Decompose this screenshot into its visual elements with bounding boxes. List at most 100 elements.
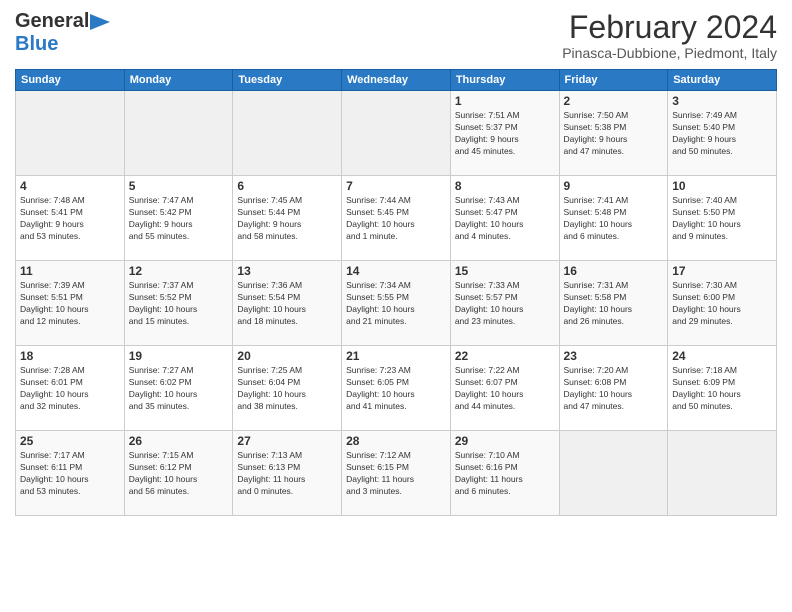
day-number: 13 (237, 264, 337, 278)
day-info: Sunrise: 7:45 AMSunset: 5:44 PMDaylight:… (237, 195, 337, 243)
logo-general-text: General (15, 10, 89, 33)
calendar-cell: 5 Sunrise: 7:47 AMSunset: 5:42 PMDaylight… (124, 176, 233, 261)
day-number: 25 (20, 434, 120, 448)
day-info: Sunrise: 7:43 AMSunset: 5:47 PMDaylight:… (455, 195, 555, 243)
day-number: 17 (672, 264, 772, 278)
day-number: 10 (672, 179, 772, 193)
day-info: Sunrise: 7:18 AMSunset: 6:09 PMDaylight:… (672, 365, 772, 413)
day-number: 26 (129, 434, 229, 448)
day-info: Sunrise: 7:41 AMSunset: 5:48 PMDaylight:… (564, 195, 664, 243)
logo-blue-text: Blue (15, 33, 58, 55)
day-info: Sunrise: 7:48 AMSunset: 5:41 PMDaylight:… (20, 195, 120, 243)
day-number: 12 (129, 264, 229, 278)
calendar-cell: 23Sunrise: 7:20 AMSunset: 6:08 PMDayligh… (559, 346, 668, 431)
calendar-cell: 11 Sunrise: 7:39 AMSunset: 5:51 PMDayligh… (16, 261, 125, 346)
logo-top: General (15, 10, 110, 33)
calendar-cell: 29 Sunrise: 7:10 AMSunset: 6:16 PMDayligh… (450, 431, 559, 516)
day-number: 14 (346, 264, 446, 278)
day-info: Sunrise: 7:23 AMSunset: 6:05 PMDaylight:… (346, 365, 446, 413)
day-header-saturday: Saturday (668, 70, 777, 91)
calendar-cell: 16 Sunrise: 7:31 AMSunset: 5:58 PMDayligh… (559, 261, 668, 346)
calendar-cell: 19 Sunrise: 7:27 AMSunset: 6:02 PMDayligh… (124, 346, 233, 431)
day-info: Sunrise: 7:27 AMSunset: 6:02 PMDaylight:… (129, 365, 229, 413)
calendar-cell: 7 Sunrise: 7:44 AMSunset: 5:45 PMDaylight… (342, 176, 451, 261)
calendar-cell (16, 91, 125, 176)
day-number: 1 (455, 94, 555, 108)
calendar-cell: 22Sunrise: 7:22 AMSunset: 6:07 PMDayligh… (450, 346, 559, 431)
month-title: February 2024 (562, 10, 777, 45)
calendar-cell: 24 Sunrise: 7:18 AMSunset: 6:09 PMDayligh… (668, 346, 777, 431)
day-number: 20 (237, 349, 337, 363)
calendar-cell: 8 Sunrise: 7:43 AMSunset: 5:47 PMDaylight… (450, 176, 559, 261)
calendar-cell: 26 Sunrise: 7:15 AMSunset: 6:12 PMDayligh… (124, 431, 233, 516)
week-row-1: 4 Sunrise: 7:48 AMSunset: 5:41 PMDaylight… (16, 176, 777, 261)
day-number: 15 (455, 264, 555, 278)
calendar-header: SundayMondayTuesdayWednesdayThursdayFrid… (16, 70, 777, 91)
day-info: Sunrise: 7:25 AMSunset: 6:04 PMDaylight:… (237, 365, 337, 413)
day-info: Sunrise: 7:10 AMSunset: 6:16 PMDaylight:… (455, 450, 555, 498)
calendar-cell: 10 Sunrise: 7:40 AMSunset: 5:50 PMDayligh… (668, 176, 777, 261)
calendar-cell (124, 91, 233, 176)
day-number: 29 (455, 434, 555, 448)
location-text: Pinasca-Dubbione, Piedmont, Italy (562, 45, 777, 61)
day-info: Sunrise: 7:47 AMSunset: 5:42 PMDaylight:… (129, 195, 229, 243)
day-number: 28 (346, 434, 446, 448)
day-number: 16 (564, 264, 664, 278)
day-header-sunday: Sunday (16, 70, 125, 91)
day-number: 24 (672, 349, 772, 363)
day-info: Sunrise: 7:34 AMSunset: 5:55 PMDaylight:… (346, 280, 446, 328)
day-header-friday: Friday (559, 70, 668, 91)
calendar-cell: 14 Sunrise: 7:34 AMSunset: 5:55 PMDayligh… (342, 261, 451, 346)
day-number: 22 (455, 349, 555, 363)
day-info: Sunrise: 7:15 AMSunset: 6:12 PMDaylight:… (129, 450, 229, 498)
calendar-cell: 6 Sunrise: 7:45 AMSunset: 5:44 PMDaylight… (233, 176, 342, 261)
calendar-cell (559, 431, 668, 516)
day-header-wednesday: Wednesday (342, 70, 451, 91)
calendar-cell: 21 Sunrise: 7:23 AMSunset: 6:05 PMDayligh… (342, 346, 451, 431)
week-row-2: 11 Sunrise: 7:39 AMSunset: 5:51 PMDayligh… (16, 261, 777, 346)
page: General Blue February 2024 Pinasca-Dubbi… (0, 0, 792, 612)
day-info: Sunrise: 7:36 AMSunset: 5:54 PMDaylight:… (237, 280, 337, 328)
day-info: Sunrise: 7:40 AMSunset: 5:50 PMDaylight:… (672, 195, 772, 243)
title-block: February 2024 Pinasca-Dubbione, Piedmont… (562, 10, 777, 61)
day-info: Sunrise: 7:13 AMSunset: 6:13 PMDaylight:… (237, 450, 337, 498)
calendar-cell: 3Sunrise: 7:49 AMSunset: 5:40 PMDaylight… (668, 91, 777, 176)
day-header-thursday: Thursday (450, 70, 559, 91)
day-number: 4 (20, 179, 120, 193)
calendar-cell (233, 91, 342, 176)
calendar-cell: 25 Sunrise: 7:17 AMSunset: 6:11 PMDayligh… (16, 431, 125, 516)
day-header-monday: Monday (124, 70, 233, 91)
calendar-cell: 28Sunrise: 7:12 AMSunset: 6:15 PMDayligh… (342, 431, 451, 516)
day-info: Sunrise: 7:39 AMSunset: 5:51 PMDaylight:… (20, 280, 120, 328)
calendar-cell: 15 Sunrise: 7:33 AMSunset: 5:57 PMDayligh… (450, 261, 559, 346)
calendar-body: 1 Sunrise: 7:51 AMSunset: 5:37 PMDaylight… (16, 91, 777, 516)
day-number: 27 (237, 434, 337, 448)
day-number: 19 (129, 349, 229, 363)
day-info: Sunrise: 7:50 AMSunset: 5:38 PMDaylight:… (564, 110, 664, 158)
calendar-cell: 17Sunrise: 7:30 AMSunset: 6:00 PMDayligh… (668, 261, 777, 346)
day-number: 6 (237, 179, 337, 193)
week-row-4: 25 Sunrise: 7:17 AMSunset: 6:11 PMDayligh… (16, 431, 777, 516)
calendar-cell: 27 Sunrise: 7:13 AMSunset: 6:13 PMDayligh… (233, 431, 342, 516)
day-number: 18 (20, 349, 120, 363)
calendar-cell (668, 431, 777, 516)
calendar-cell (342, 91, 451, 176)
calendar-cell: 4 Sunrise: 7:48 AMSunset: 5:41 PMDaylight… (16, 176, 125, 261)
calendar-cell: 13 Sunrise: 7:36 AMSunset: 5:54 PMDayligh… (233, 261, 342, 346)
day-info: Sunrise: 7:33 AMSunset: 5:57 PMDaylight:… (455, 280, 555, 328)
day-number: 7 (346, 179, 446, 193)
day-info: Sunrise: 7:44 AMSunset: 5:45 PMDaylight:… (346, 195, 446, 243)
day-info: Sunrise: 7:17 AMSunset: 6:11 PMDaylight:… (20, 450, 120, 498)
day-info: Sunrise: 7:28 AMSunset: 6:01 PMDaylight:… (20, 365, 120, 413)
day-info: Sunrise: 7:51 AMSunset: 5:37 PMDaylight:… (455, 110, 555, 158)
day-number: 8 (455, 179, 555, 193)
day-number: 11 (20, 264, 120, 278)
day-info: Sunrise: 7:37 AMSunset: 5:52 PMDaylight:… (129, 280, 229, 328)
day-number: 23 (564, 349, 664, 363)
calendar-cell: 12 Sunrise: 7:37 AMSunset: 5:52 PMDayligh… (124, 261, 233, 346)
day-number: 5 (129, 179, 229, 193)
header: General Blue February 2024 Pinasca-Dubbi… (15, 10, 777, 61)
day-info: Sunrise: 7:31 AMSunset: 5:58 PMDaylight:… (564, 280, 664, 328)
day-number: 2 (564, 94, 664, 108)
day-number: 21 (346, 349, 446, 363)
